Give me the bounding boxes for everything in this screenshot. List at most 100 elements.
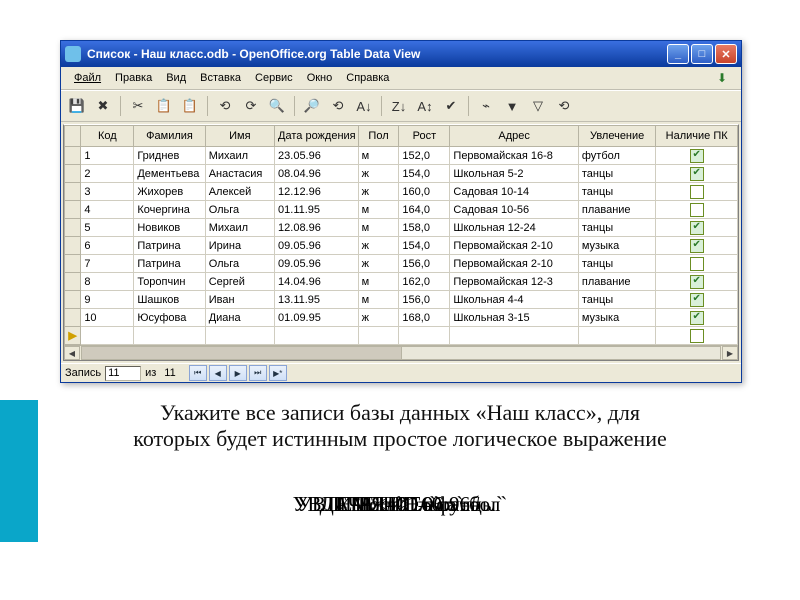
col-pc[interactable]: Наличие ПК (656, 126, 738, 147)
cell-name[interactable]: Ирина (205, 237, 274, 255)
table-row[interactable]: 8ТоропчинСергей14.04.96м162,0Первомайска… (65, 273, 738, 291)
table-row[interactable]: 4КочергинаОльга01.11.95м164,0Садовая 10-… (65, 201, 738, 219)
checkbox-icon[interactable] (690, 149, 704, 163)
cell-height[interactable]: 154,0 (399, 237, 450, 255)
cell-birth[interactable]: 01.09.95 (275, 309, 359, 327)
scroll-thumb[interactable] (82, 347, 402, 359)
checkbox-icon[interactable] (690, 311, 704, 325)
cell-surname[interactable]: Шашков (134, 291, 205, 309)
cell-code[interactable]: 1 (81, 147, 134, 165)
cell-height[interactable]: 154,0 (399, 165, 450, 183)
cell-surname[interactable]: Юсуфова (134, 309, 205, 327)
cell-height[interactable]: 168,0 (399, 309, 450, 327)
table-row[interactable]: 6ПатринаИрина09.05.96ж154,0Первомайская … (65, 237, 738, 255)
cell-code[interactable]: 5 (81, 219, 134, 237)
cell-name[interactable]: Анастасия (205, 165, 274, 183)
cell-hobby[interactable]: плавание (578, 273, 655, 291)
table-row[interactable]: 1ГридневМихаил23.05.96м152,0Первомайская… (65, 147, 738, 165)
cell-hobby[interactable]: танцы (578, 219, 655, 237)
row-selector[interactable] (65, 237, 81, 255)
cell-sex[interactable]: ж (358, 309, 399, 327)
cell-code[interactable]: 2 (81, 165, 134, 183)
cell-surname[interactable]: Новиков (134, 219, 205, 237)
toolbar-button-11[interactable]: Z↓ (387, 94, 411, 118)
toolbar-button-17[interactable]: ⟲ (552, 94, 576, 118)
cell-code[interactable]: 3 (81, 183, 134, 201)
cell-pc[interactable] (656, 255, 738, 273)
table-row[interactable]: 3ЖихоревАлексей12.12.96ж160,0Садовая 10-… (65, 183, 738, 201)
toolbar-button-16[interactable]: ▽ (526, 94, 550, 118)
cell-code[interactable]: 10 (81, 309, 134, 327)
nav-first-button[interactable]: ⏮ (189, 365, 207, 381)
cell-address[interactable]: Садовая 10-56 (450, 201, 578, 219)
cell-address[interactable]: Первомайская 16-8 (450, 147, 578, 165)
cell-height[interactable]: 160,0 (399, 183, 450, 201)
cell-pc[interactable] (656, 273, 738, 291)
row-selector[interactable] (65, 273, 81, 291)
cell-sex[interactable]: м (358, 201, 399, 219)
col-surname[interactable]: Фамилия (134, 126, 205, 147)
cell-pc[interactable] (656, 183, 738, 201)
checkbox-icon[interactable] (690, 329, 704, 343)
cell-name[interactable]: Алексей (205, 183, 274, 201)
cell-address[interactable]: Школьная 5-2 (450, 165, 578, 183)
cell-hobby[interactable]: танцы (578, 165, 655, 183)
cell-birth[interactable]: 23.05.96 (275, 147, 359, 165)
cell-sex[interactable]: м (358, 147, 399, 165)
cell-pc[interactable] (656, 147, 738, 165)
cell-pc[interactable] (656, 219, 738, 237)
cell-height[interactable]: 158,0 (399, 219, 450, 237)
cell-birth[interactable]: 01.11.95 (275, 201, 359, 219)
checkbox-icon[interactable] (690, 275, 704, 289)
cell-name[interactable]: Михаил (205, 147, 274, 165)
cell-name[interactable]: Иван (205, 291, 274, 309)
cell-pc[interactable] (656, 291, 738, 309)
cell-surname[interactable]: Патрина (134, 237, 205, 255)
cell-address[interactable]: Школьная 4-4 (450, 291, 578, 309)
table-row[interactable]: 9ШашковИван13.11.95м156,0Школьная 4-4тан… (65, 291, 738, 309)
col-address[interactable]: Адрес (450, 126, 578, 147)
cell-sex[interactable]: ж (358, 183, 399, 201)
menu-view[interactable]: Вид (159, 70, 193, 86)
cell-surname[interactable]: Патрина (134, 255, 205, 273)
cell-sex[interactable]: ж (358, 255, 399, 273)
cell-sex[interactable]: м (358, 273, 399, 291)
cell-code[interactable]: 6 (81, 237, 134, 255)
toolbar-button-2[interactable]: ✂ (126, 94, 150, 118)
toolbar-button-10[interactable]: A↓ (352, 94, 376, 118)
checkbox-icon[interactable] (690, 185, 704, 199)
cell-code[interactable]: 7 (81, 255, 134, 273)
toolbar-button-9[interactable]: ⟲ (326, 94, 350, 118)
checkbox-icon[interactable] (690, 167, 704, 181)
cell-name[interactable]: Ольга (205, 255, 274, 273)
col-hobby[interactable]: Увлечение (578, 126, 655, 147)
cell-surname[interactable]: Кочергина (134, 201, 205, 219)
toolbar-button-4[interactable]: 📋 (178, 94, 202, 118)
toolbar-button-12[interactable]: A↕ (413, 94, 437, 118)
row-selector[interactable] (65, 219, 81, 237)
cell-address[interactable]: Садовая 10-14 (450, 183, 578, 201)
row-header-corner[interactable] (65, 126, 81, 147)
new-row[interactable]: ▶ (65, 327, 738, 345)
cell-pc[interactable] (656, 309, 738, 327)
cell-height[interactable]: 152,0 (399, 147, 450, 165)
nav-next-button[interactable]: ▶ (229, 365, 247, 381)
col-name[interactable]: Имя (205, 126, 274, 147)
toolbar-button-1[interactable]: ✖ (91, 94, 115, 118)
table-row[interactable]: 7ПатринаОльга09.05.96ж156,0Первомайская … (65, 255, 738, 273)
cell-birth[interactable]: 14.04.96 (275, 273, 359, 291)
cell-name[interactable]: Михаил (205, 219, 274, 237)
cell-address[interactable]: Школьная 12-24 (450, 219, 578, 237)
col-code[interactable]: Код (81, 126, 134, 147)
data-grid[interactable]: Код Фамилия Имя Дата рождения Пол Рост А… (64, 125, 738, 345)
cell-pc[interactable] (656, 165, 738, 183)
cell-birth[interactable]: 09.05.96 (275, 237, 359, 255)
checkbox-icon[interactable] (690, 257, 704, 271)
cell-height[interactable]: 156,0 (399, 255, 450, 273)
toolbar-button-15[interactable]: ▼ (500, 94, 524, 118)
row-selector[interactable] (65, 291, 81, 309)
cell-hobby[interactable]: музыка (578, 309, 655, 327)
table-row[interactable]: 5НовиковМихаил12.08.96м158,0Школьная 12-… (65, 219, 738, 237)
cell-hobby[interactable]: музыка (578, 237, 655, 255)
close-button[interactable]: ✕ (715, 44, 737, 64)
